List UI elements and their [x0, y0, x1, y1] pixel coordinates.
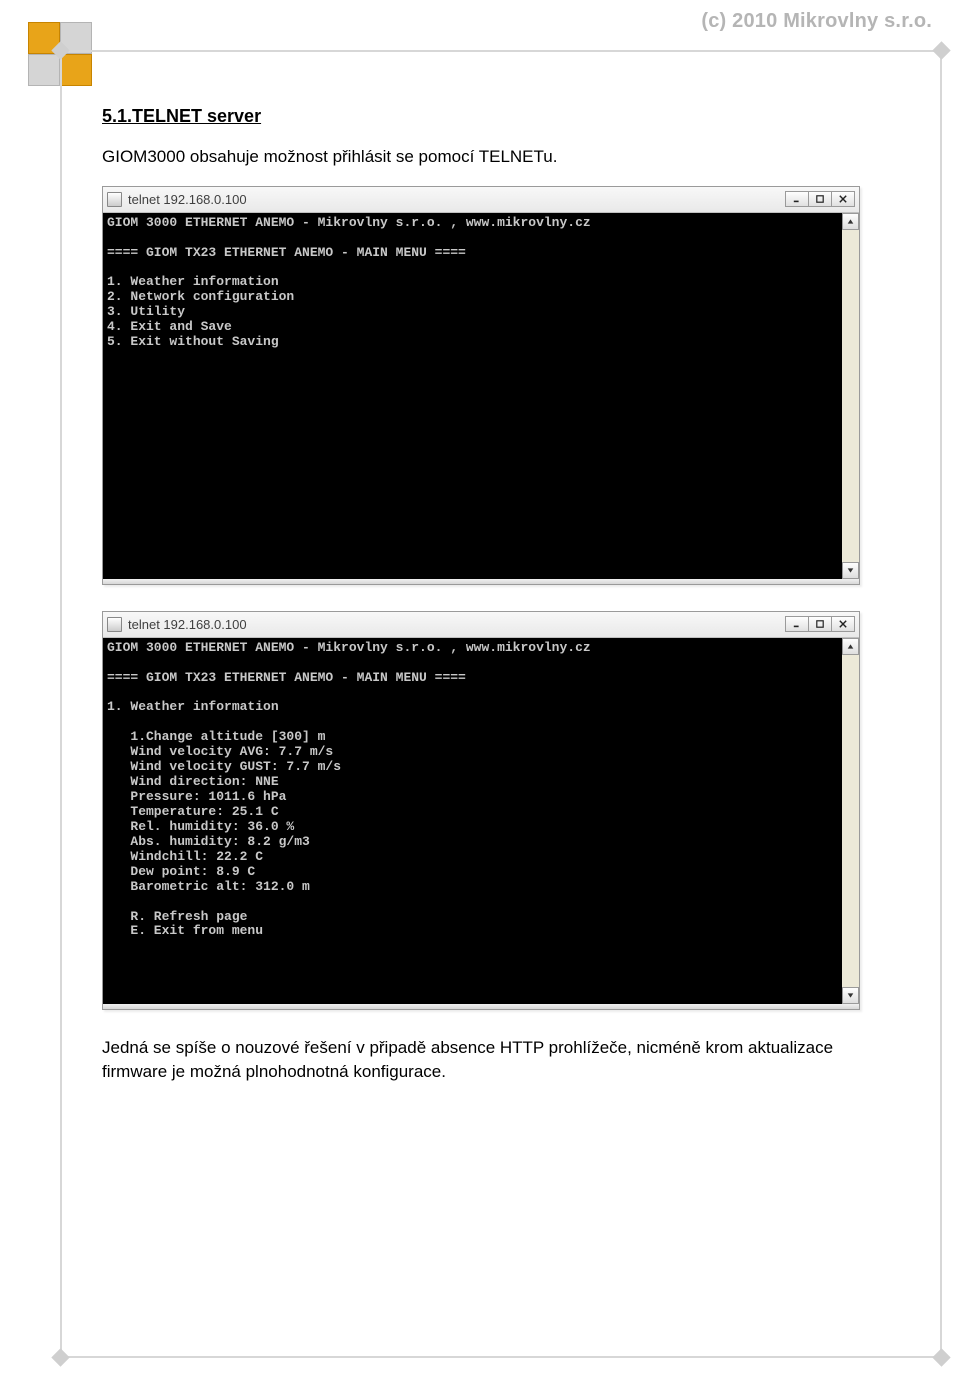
close-icon [839, 195, 847, 203]
section-heading: 5.1.TELNET server [102, 106, 898, 127]
terminal-output: GIOM 3000 ETHERNET ANEMO - Mikrovlny s.r… [103, 638, 842, 1004]
scroll-up-button[interactable] [842, 638, 859, 655]
maximize-button[interactable] [808, 191, 832, 207]
close-button[interactable] [831, 191, 855, 207]
close-button[interactable] [831, 616, 855, 632]
minimize-icon [793, 195, 801, 203]
corner-diamond-icon [932, 1348, 950, 1366]
window-title: telnet 192.168.0.100 [128, 192, 780, 207]
close-icon [839, 620, 847, 628]
app-icon [107, 617, 122, 632]
window-title: telnet 192.168.0.100 [128, 617, 780, 632]
telnet-window-weather-info: telnet 192.168.0.100 GIOM 3000 ETHERNET … [102, 611, 860, 1010]
scroll-up-button[interactable] [842, 213, 859, 230]
window-titlebar: telnet 192.168.0.100 [103, 612, 859, 638]
scroll-track[interactable] [842, 230, 859, 562]
minimize-icon [793, 620, 801, 628]
copyright-text: (c) 2010 Mikrovlny s.r.o. [701, 10, 932, 33]
window-titlebar: telnet 192.168.0.100 [103, 187, 859, 213]
minimize-button[interactable] [785, 191, 809, 207]
terminal-output: GIOM 3000 ETHERNET ANEMO - Mikrovlny s.r… [103, 213, 842, 579]
maximize-icon [816, 195, 824, 203]
corner-diamond-icon [51, 1348, 69, 1366]
app-icon [107, 192, 122, 207]
scroll-down-button[interactable] [842, 562, 859, 579]
intro-paragraph: GIOM3000 obsahuje možnost přihlásit se p… [102, 145, 898, 170]
maximize-button[interactable] [808, 616, 832, 632]
scrollbar[interactable] [842, 213, 859, 579]
minimize-button[interactable] [785, 616, 809, 632]
outro-paragraph: Jedná se spíše o nouzové řešení v připad… [102, 1036, 898, 1085]
corner-diamond-icon [932, 41, 950, 59]
scrollbar[interactable] [842, 638, 859, 1004]
scroll-track[interactable] [842, 655, 859, 987]
scroll-down-button[interactable] [842, 987, 859, 1004]
maximize-icon [816, 620, 824, 628]
telnet-window-main-menu: telnet 192.168.0.100 GIOM 3000 ETHERNET … [102, 186, 860, 585]
